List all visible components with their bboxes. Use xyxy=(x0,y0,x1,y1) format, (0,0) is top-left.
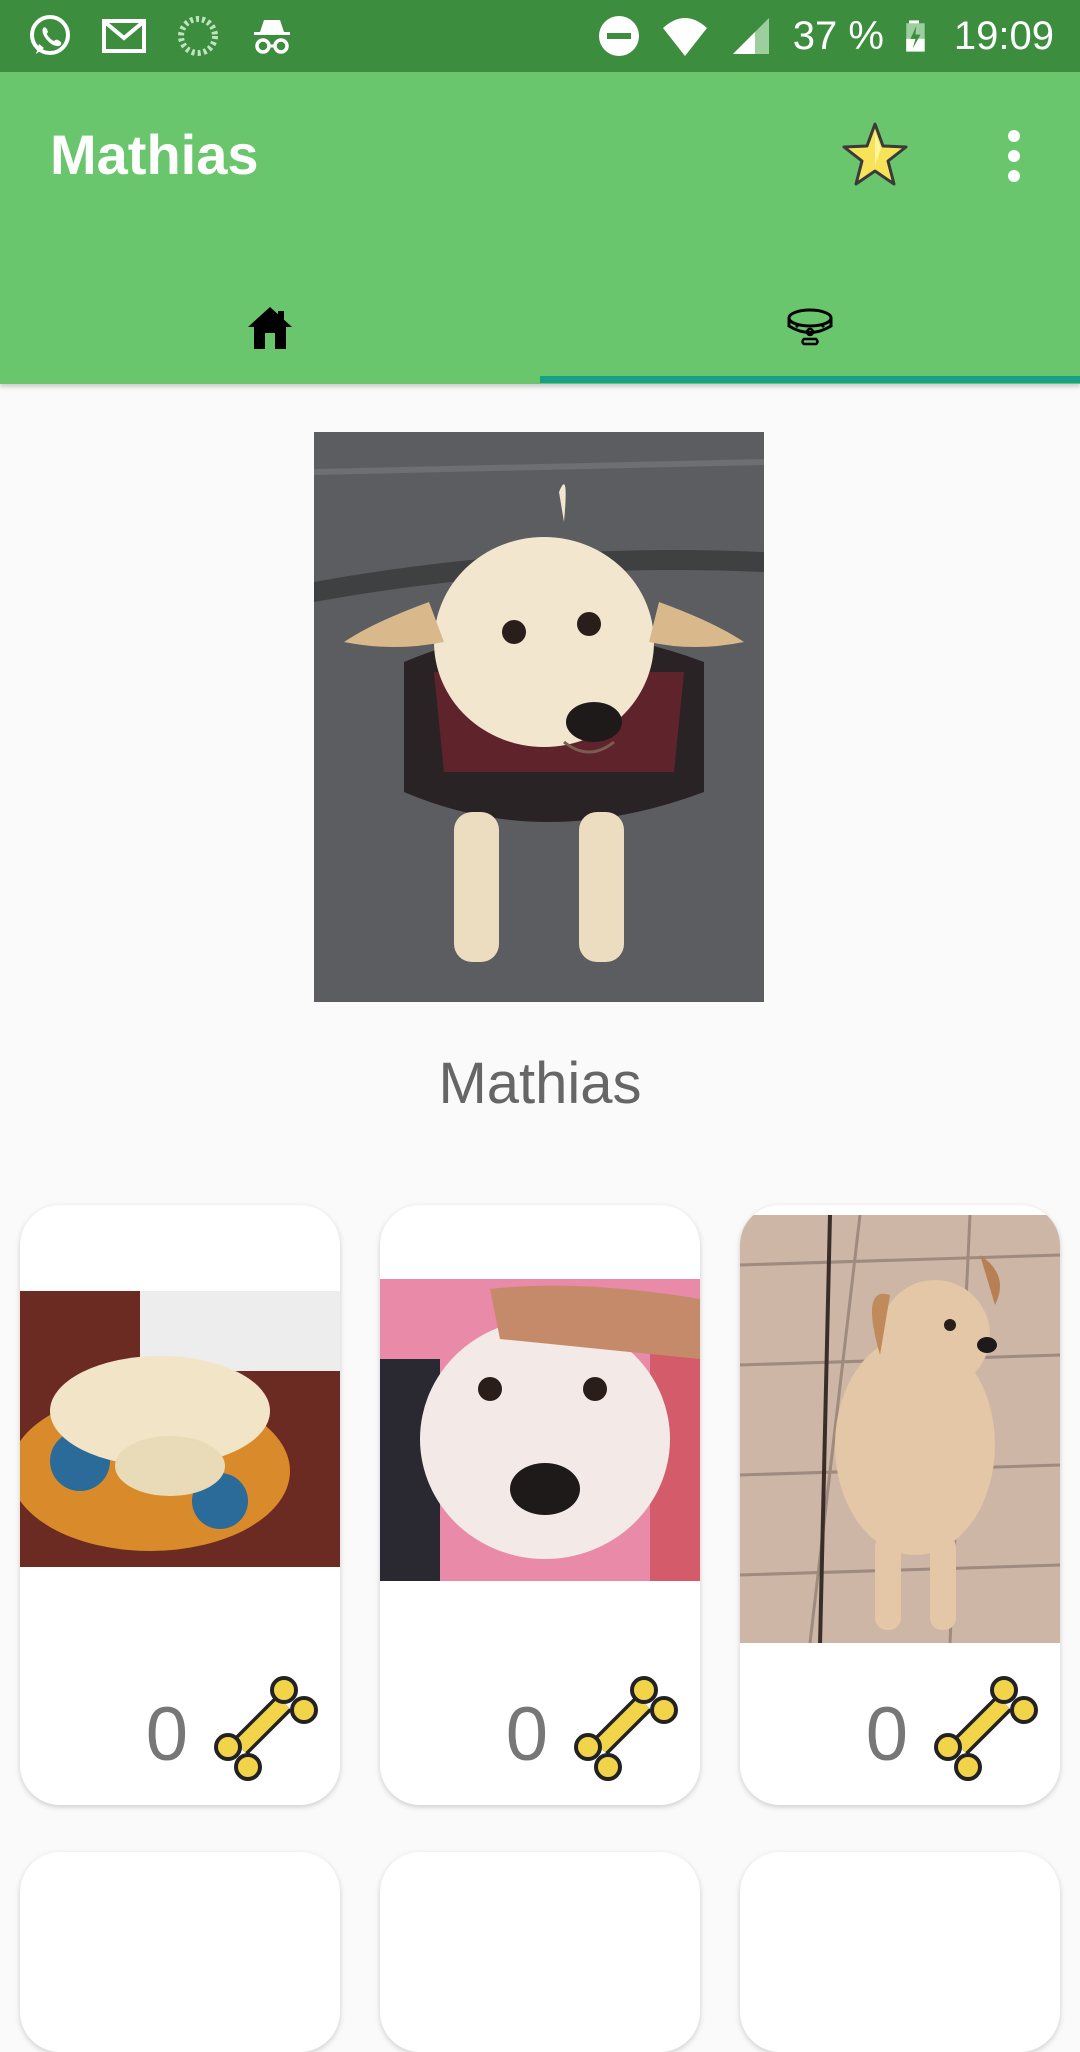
wifi-icon xyxy=(662,18,707,56)
tab-home[interactable] xyxy=(0,272,540,384)
likes-count: 0 xyxy=(865,1692,908,1777)
bone-icon[interactable] xyxy=(572,1675,680,1783)
gallery-card[interactable] xyxy=(380,1852,700,2052)
likes-count: 0 xyxy=(505,1692,548,1777)
bone-icon[interactable] xyxy=(212,1675,320,1783)
gallery-photo xyxy=(380,1279,700,1581)
gallery-photo xyxy=(740,1215,1060,1643)
gallery-card[interactable]: 0 xyxy=(380,1205,700,1805)
whatsapp-icon xyxy=(30,15,70,55)
do-not-disturb-icon xyxy=(598,16,639,56)
gallery-card[interactable] xyxy=(20,1852,340,2052)
sync-icon xyxy=(178,16,218,56)
gmail-icon xyxy=(102,19,146,53)
overflow-menu-icon[interactable] xyxy=(990,124,1038,188)
page-title: Mathias xyxy=(50,123,259,186)
clock: 19:09 xyxy=(953,13,1054,58)
app-bar: Mathias xyxy=(0,72,1080,384)
home-icon xyxy=(248,307,292,349)
bone-icon[interactable] xyxy=(932,1675,1040,1783)
status-bar: 37 % 19:09 xyxy=(0,0,1080,72)
gallery-photo xyxy=(20,1291,340,1567)
profile-name: Mathias xyxy=(438,1051,642,1116)
tab-indicator xyxy=(540,376,1080,383)
tab-bar xyxy=(0,272,1080,384)
likes-count: 0 xyxy=(145,1692,188,1777)
cell-signal-icon xyxy=(732,18,769,54)
gallery-card[interactable] xyxy=(740,1852,1060,2052)
battery-percentage: 37 % xyxy=(792,13,884,58)
battery-charging-icon xyxy=(906,20,925,52)
star-icon[interactable] xyxy=(840,120,910,190)
tab-collar[interactable] xyxy=(540,272,1080,384)
incognito-icon xyxy=(254,20,290,54)
gallery-card[interactable]: 0 xyxy=(20,1205,340,1805)
gallery-card[interactable]: 0 xyxy=(740,1205,1060,1805)
profile-photo xyxy=(314,432,764,1002)
dog-collar-icon xyxy=(787,308,833,346)
